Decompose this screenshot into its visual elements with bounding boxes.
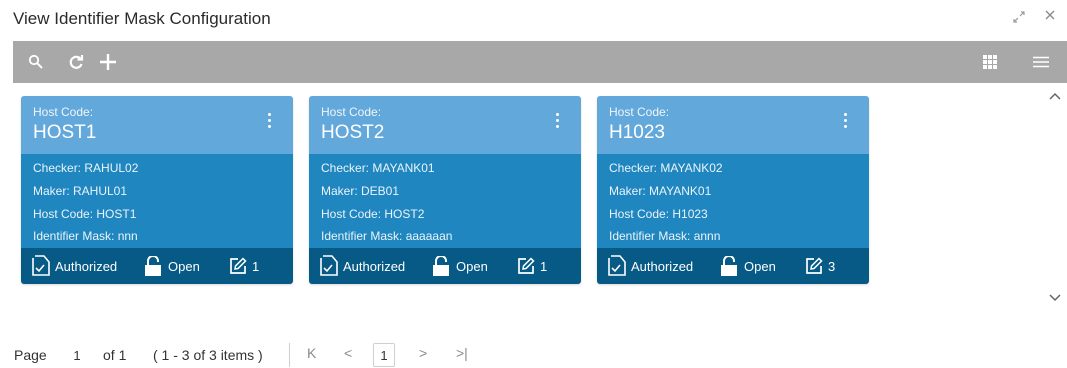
last-page-button[interactable]: >| (456, 345, 468, 361)
current-page-input[interactable]: 1 (66, 343, 88, 367)
unlock-icon (433, 256, 449, 276)
version-number: 1 (252, 258, 260, 274)
host-code-value: H1023 (609, 122, 665, 143)
title-bar: View Identifier Mask Configuration (0, 0, 1067, 40)
card-footer: Authorized Open 1 (21, 248, 293, 284)
host-code-text: Host Code: HOST2 (321, 207, 425, 221)
host-code-value: HOST1 (33, 122, 97, 143)
plus-icon[interactable] (95, 41, 121, 83)
page-count: of 1 (103, 347, 127, 363)
edit-icon (518, 257, 535, 274)
items-summary: ( 1 - 3 of 3 items ) (153, 347, 263, 363)
version-info[interactable]: 1 (517, 248, 547, 284)
host-code-value: HOST2 (321, 122, 385, 143)
maker-text: Maker: MAYANK01 (609, 184, 712, 198)
previous-page-button[interactable]: < (344, 345, 352, 361)
host-code-label: Host Code: (609, 105, 670, 119)
card-footer: Authorized Open 1 (309, 248, 581, 284)
lock-status[interactable]: Open (143, 248, 200, 284)
document-check-icon (32, 255, 50, 276)
card-footer: Authorized Open 3 (597, 248, 869, 284)
card-header: Host Code: H1023 (597, 96, 869, 154)
card-body: Checker: MAYANK02 Maker: MAYANK01 Host C… (597, 154, 869, 248)
identifier-mask-text: Identifier Mask: annn (609, 229, 721, 243)
version-number: 1 (540, 258, 548, 274)
toolbar (13, 41, 1067, 83)
authorized-label: Authorized (343, 258, 406, 274)
collapse-icon[interactable] (1013, 10, 1025, 26)
page-button-1[interactable]: 1 (373, 343, 395, 367)
identifier-mask-text: Identifier Mask: aaaaaan (321, 229, 453, 243)
first-page-button[interactable]: K (307, 345, 316, 361)
more-options-icon[interactable] (265, 113, 273, 131)
edit-icon (806, 257, 823, 274)
version-number: 3 (828, 258, 836, 274)
record-card[interactable]: Host Code: H1023 Checker: MAYANK02 Maker… (597, 96, 869, 284)
maker-text: Maker: RAHUL01 (33, 184, 128, 198)
authorized-status[interactable]: Authorized (608, 248, 693, 284)
card-body: Checker: RAHUL02 Maker: RAHUL01 Host Cod… (21, 154, 293, 248)
close-icon[interactable] (1044, 8, 1056, 26)
record-card[interactable]: Host Code: HOST1 Checker: RAHUL02 Maker:… (21, 96, 293, 284)
list-view-icon[interactable] (1031, 41, 1051, 83)
authorized-status[interactable]: Authorized (32, 248, 117, 284)
page-label: Page (14, 347, 47, 363)
version-info[interactable]: 1 (229, 248, 259, 284)
edit-icon (230, 257, 247, 274)
document-check-icon (608, 255, 626, 276)
identifier-mask-text: Identifier Mask: nnn (33, 229, 138, 243)
host-code-text: Host Code: H1023 (609, 207, 708, 221)
scroll-down-icon[interactable] (1048, 290, 1064, 306)
maker-text: Maker: DEB01 (321, 184, 400, 198)
lock-label: Open (456, 258, 488, 274)
checker-text: Checker: RAHUL02 (33, 161, 139, 175)
more-options-icon[interactable] (841, 113, 849, 131)
unlock-icon (145, 256, 161, 276)
card-header: Host Code: HOST1 (21, 96, 293, 154)
search-icon[interactable] (25, 41, 47, 83)
host-code-text: Host Code: HOST1 (33, 207, 137, 221)
next-page-button[interactable]: > (419, 345, 427, 361)
lock-status[interactable]: Open (719, 248, 776, 284)
authorized-status[interactable]: Authorized (320, 248, 405, 284)
card-header: Host Code: HOST2 (309, 96, 581, 154)
more-options-icon[interactable] (553, 113, 561, 131)
record-card[interactable]: Host Code: HOST2 Checker: MAYANK01 Maker… (309, 96, 581, 284)
host-code-label: Host Code: (321, 105, 382, 119)
scroll-up-icon[interactable] (1048, 90, 1064, 106)
page-title: View Identifier Mask Configuration (13, 9, 271, 28)
checker-text: Checker: MAYANK02 (609, 161, 723, 175)
lock-label: Open (168, 258, 200, 274)
host-code-label: Host Code: (33, 105, 94, 119)
card-body: Checker: MAYANK01 Maker: DEB01 Host Code… (309, 154, 581, 248)
authorized-label: Authorized (631, 258, 694, 274)
refresh-icon[interactable] (65, 41, 87, 83)
version-info[interactable]: 3 (805, 248, 835, 284)
checker-text: Checker: MAYANK01 (321, 161, 435, 175)
divider (289, 343, 290, 367)
lock-status[interactable]: Open (431, 248, 488, 284)
pagination: Page 1 of 1 ( 1 - 3 of 3 items ) K < 1 >… (0, 340, 1067, 368)
authorized-label: Authorized (55, 258, 118, 274)
grid-view-icon[interactable] (980, 41, 1000, 83)
lock-label: Open (744, 258, 776, 274)
unlock-icon (721, 256, 737, 276)
document-check-icon (320, 255, 338, 276)
